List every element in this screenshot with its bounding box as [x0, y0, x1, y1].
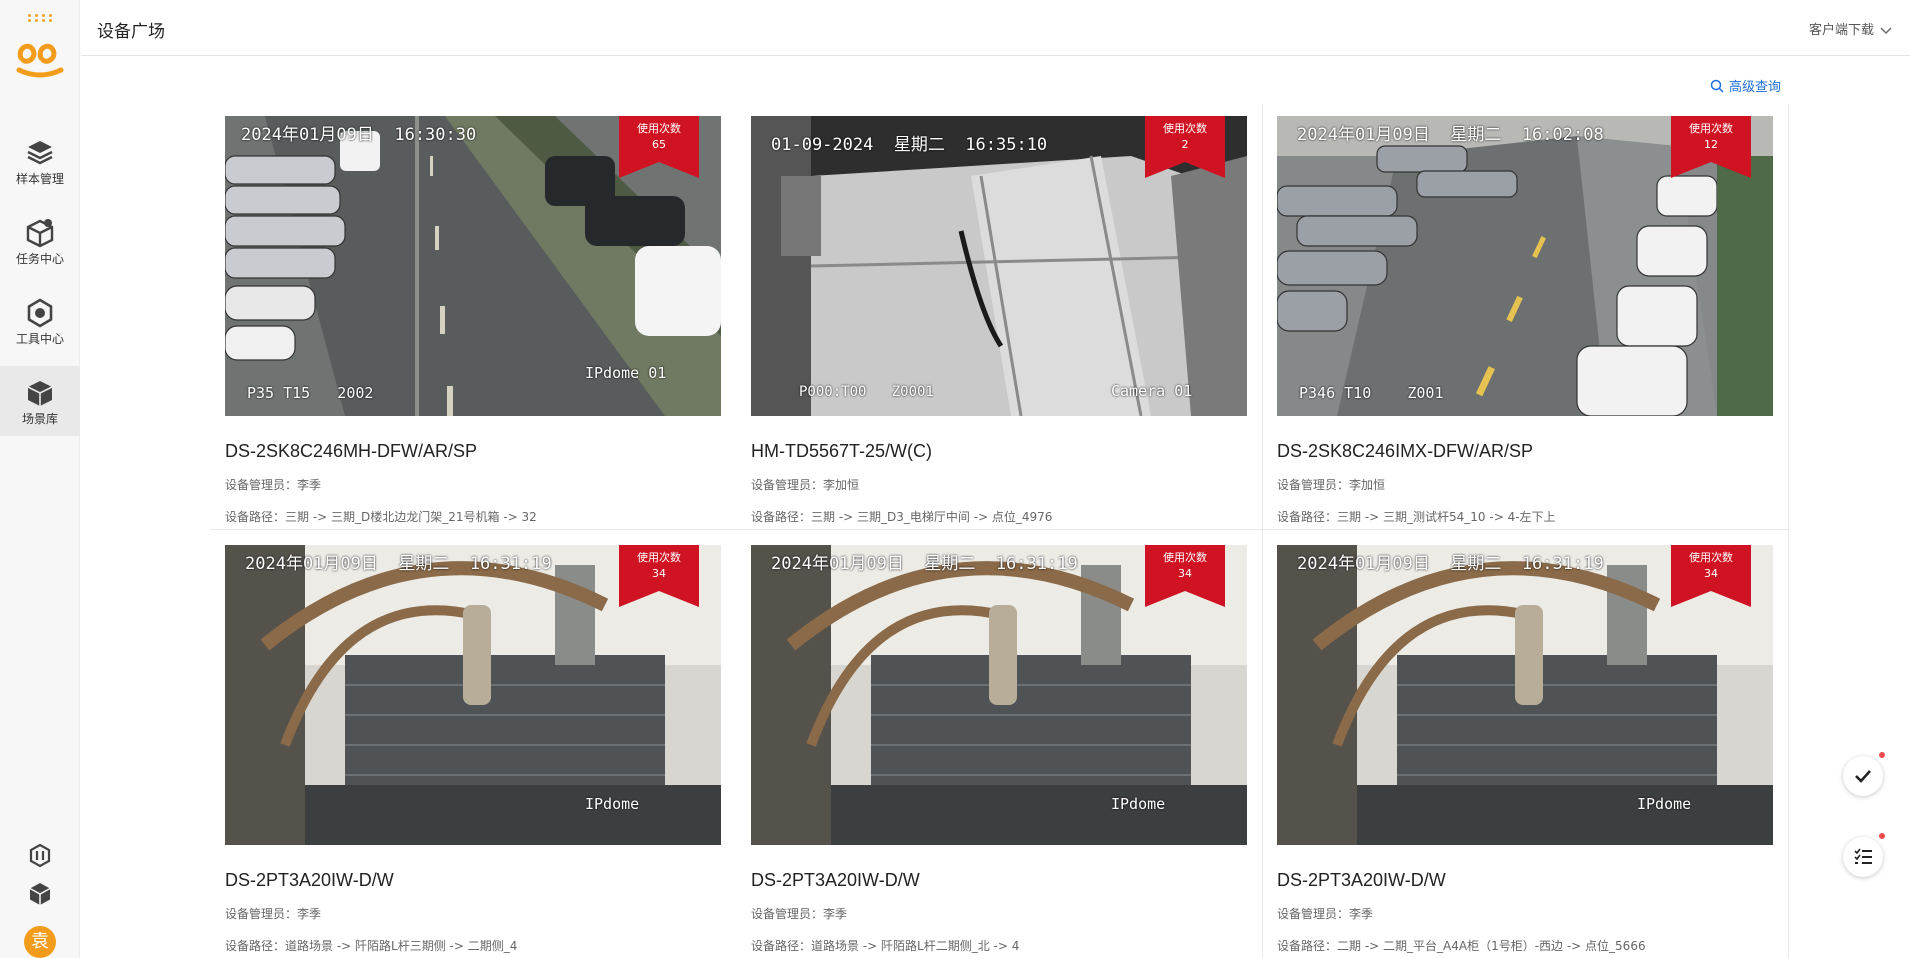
task-list-button[interactable]: [1843, 833, 1885, 877]
device-path: 设备路径：道路场景 -> 阡陌路L杆二期侧_北 -> 4: [751, 939, 1020, 953]
hexagon-tool-icon: [27, 298, 53, 328]
usage-count-label: 使用次数: [637, 551, 681, 564]
usage-count-value: 34: [1704, 567, 1718, 580]
device-path: 设备路径：三期 -> 三期_D楼北边龙门架_21号机箱 -> 32: [225, 510, 537, 524]
device-manager: 设备管理员：李季: [225, 478, 322, 492]
osd-camera-name: IPdome: [1111, 795, 1166, 813]
sidebar-item-task-center[interactable]: 任务中心: [0, 206, 80, 276]
osd-ptz-info: P346 T10 Z001: [1299, 384, 1444, 402]
device-manager: 设备管理员：李加恒: [751, 478, 860, 492]
client-download-menu[interactable]: 客户端下载: [1809, 19, 1892, 38]
advanced-search-label: 高级查询: [1729, 80, 1782, 95]
column-divider: [1788, 104, 1789, 958]
device-model-title: DS-2SK8C246IMX-DFW/AR/SP: [1277, 441, 1534, 461]
osd-timestamp: 2024年01月09日 星期二 16:02:08: [1297, 125, 1604, 145]
checklist-icon: [1854, 848, 1872, 864]
device-card[interactable]: 2024年01月09日 星期二 16:31:19 IPdome 使用次数 34 …: [751, 545, 1247, 958]
layers-icon: [27, 141, 53, 165]
sidebar-item-label: 样本管理: [15, 172, 64, 186]
top-header: 设备广场 客户端下载: [81, 0, 1910, 56]
logo-icon: [16, 43, 64, 78]
device-model-title: DS-2PT3A20IW-D/W: [751, 870, 920, 890]
osd-timestamp: 2024年01月09日 星期二 16:31:19: [771, 554, 1078, 574]
usage-count-label: 使用次数: [1689, 122, 1733, 135]
usage-count-label: 使用次数: [1163, 122, 1207, 135]
sidebar-item-tool-center[interactable]: 工具中心: [0, 286, 80, 356]
device-path: 设备路径：二期 -> 二期_平台_A4A柜（1号柜）-西边 -> 点位_5666: [1277, 939, 1646, 953]
usage-count-badge: 使用次数 65: [619, 116, 699, 178]
usage-count-value: 12: [1704, 138, 1718, 151]
usage-count-badge: 使用次数 34: [1671, 545, 1751, 607]
sidebar-item-sample-management[interactable]: 样本管理: [0, 126, 80, 196]
sidebar-item-label: 场景库: [21, 412, 58, 426]
notification-dot: [1879, 752, 1885, 758]
search-icon: [1710, 79, 1724, 93]
camera-snapshot: 2024年01月09日 星期二 16:31:19 IPdome 使用次数 34: [225, 545, 721, 845]
advanced-search-link[interactable]: 高级查询: [1710, 76, 1781, 95]
camera-snapshot: 2024年01月09日 星期二 16:31:19 IPdome 使用次数 34: [751, 545, 1247, 845]
usage-count-badge: 使用次数 2: [1145, 116, 1225, 178]
usage-count-value: 65: [652, 138, 666, 151]
usage-count-badge: 使用次数 12: [1671, 116, 1751, 178]
usage-count-badge: 使用次数 34: [619, 545, 699, 607]
usage-count-label: 使用次数: [1163, 551, 1207, 564]
client-download-label: 客户端下载: [1808, 23, 1874, 38]
usage-count-value: 34: [1178, 567, 1192, 580]
checked-tasks-button[interactable]: [1843, 752, 1885, 796]
usage-count-value: 2: [1181, 138, 1189, 151]
device-card[interactable]: 2024年01月09日 星期二 16:02:08 P346 T10 Z001 使…: [1277, 116, 1773, 536]
usage-count-label: 使用次数: [637, 122, 681, 135]
osd-camera-name: IPdome: [1637, 795, 1692, 813]
device-model-title: HM-TD5567T-25/W(C): [751, 441, 933, 461]
osd-ptz-info: P35 T15 2002: [247, 384, 374, 402]
camera-snapshot: 2024年01月09日 星期二 16:02:08 P346 T10 Z001 使…: [1277, 116, 1773, 416]
osd-camera-name: Camera 01: [1111, 382, 1193, 400]
device-model-title: DS-2PT3A20IW-D/W: [1277, 870, 1446, 890]
usage-count-value: 34: [652, 567, 666, 580]
device-manager: 设备管理员：李加恒: [1277, 478, 1386, 492]
apps-grid-icon[interactable]: [28, 14, 52, 22]
osd-timestamp: 01-09-2024 星期二 16:35:10: [771, 135, 1048, 155]
cube-settings-icon[interactable]: [26, 880, 54, 908]
checkmark-icon: [1855, 770, 1871, 783]
usage-count-label: 使用次数: [1689, 551, 1733, 564]
book-icon[interactable]: [26, 841, 54, 869]
sidebar-item-label: 工具中心: [15, 332, 64, 346]
device-model-title: DS-2SK8C246MH-DFW/AR/SP: [225, 441, 478, 461]
device-path: 设备路径：道路场景 -> 阡陌路L杆三期侧 -> 二期侧_4: [225, 939, 518, 953]
osd-timestamp: 2024年01月09日 星期二 16:31:19: [245, 554, 552, 574]
camera-snapshot: 01-09-2024 星期二 16:35:10 P000:T00 Z0001 C…: [751, 116, 1247, 416]
osd-timestamp: 2024年01月09日 16:30:30: [241, 125, 477, 145]
page-title: 设备广场: [97, 22, 165, 42]
notification-dot: [1879, 833, 1885, 839]
device-manager: 设备管理员：李季: [225, 907, 322, 921]
usage-count-badge: 使用次数 34: [1145, 545, 1225, 607]
device-card[interactable]: 2024年01月09日 16:30:30 P35 T15 2002 IPdome…: [225, 116, 721, 536]
osd-camera-name: IPdome: [585, 795, 640, 813]
chevron-down-icon: [1880, 27, 1892, 34]
camera-snapshot: 2024年01月09日 16:30:30 P35 T15 2002 IPdome…: [225, 116, 721, 416]
device-card[interactable]: 2024年01月09日 星期二 16:31:19 IPdome 使用次数 34 …: [1277, 545, 1773, 958]
osd-ptz-info: P000:T00 Z0001: [799, 384, 934, 400]
user-avatar[interactable]: 袁: [24, 926, 56, 958]
osd-camera-name: IPdome 01: [585, 364, 667, 382]
device-manager: 设备管理员：李季: [1277, 907, 1374, 921]
box-icon: [26, 219, 54, 248]
device-path: 设备路径：三期 -> 三期_D3_电梯厅中间 -> 点位_4976: [751, 510, 1053, 524]
sidebar-item-scene-library[interactable]: 场景库: [0, 366, 80, 436]
device-model-title: DS-2PT3A20IW-D/W: [225, 870, 394, 890]
osd-timestamp: 2024年01月09日 星期二 16:31:19: [1297, 554, 1604, 574]
scene-box-icon: [27, 381, 53, 406]
device-path: 设备路径：三期 -> 三期_测试杆54_10 -> 4-左下上: [1277, 510, 1556, 524]
device-card[interactable]: 2024年01月09日 星期二 16:31:19 IPdome 使用次数 34 …: [225, 545, 721, 958]
sidebar: 样本管理 任务中心 工具中心 场景库 袁: [0, 0, 80, 958]
camera-snapshot: 2024年01月09日 星期二 16:31:19 IPdome 使用次数 34: [1277, 545, 1773, 845]
device-manager: 设备管理员：李季: [751, 907, 848, 921]
device-card[interactable]: 01-09-2024 星期二 16:35:10 P000:T00 Z0001 C…: [751, 116, 1247, 536]
sidebar-item-label: 任务中心: [15, 252, 64, 266]
column-divider: [1262, 104, 1263, 958]
